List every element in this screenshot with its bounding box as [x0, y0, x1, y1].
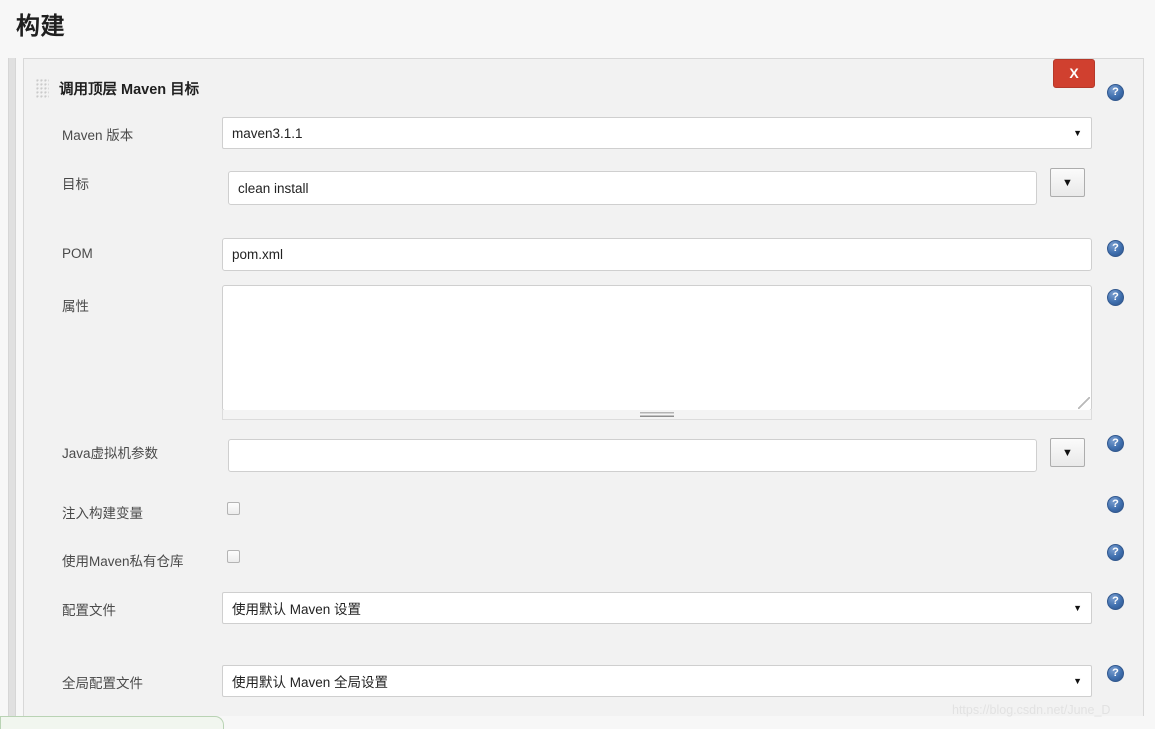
label-goals: 目标 — [62, 177, 89, 192]
label-maven-version: Maven 版本 — [62, 128, 134, 143]
properties-textarea[interactable] — [222, 285, 1092, 411]
properties-textarea-wrap — [222, 285, 1092, 411]
inject-build-variables-checkbox[interactable] — [227, 502, 240, 515]
help-icon-use-private-repository[interactable]: ? — [1107, 544, 1124, 561]
jvm-options-input[interactable] — [228, 439, 1037, 472]
delete-builder-button[interactable]: X — [1053, 59, 1095, 88]
label-use-private-repository: 使用Maven私有仓库 — [62, 554, 184, 569]
label-global-settings-file: 全局配置文件 — [62, 676, 143, 691]
label-jvm-options: Java虚拟机参数 — [62, 446, 159, 461]
goals-dropdown-button[interactable]: ▼ — [1050, 168, 1085, 197]
drag-grip-icon[interactable] — [36, 78, 49, 99]
help-icon-jvm-options[interactable]: ? — [1107, 435, 1124, 452]
settings-file-select[interactable]: 使用默认 Maven 设置 ▼ — [222, 592, 1092, 624]
help-icon-settings-file[interactable]: ? — [1107, 593, 1124, 610]
chevron-down-icon: ▼ — [1073, 127, 1082, 138]
builder-section-title: 调用顶层 Maven 目标 — [59, 82, 200, 98]
maven-version-select[interactable]: maven3.1.1 ▼ — [222, 117, 1092, 149]
help-icon-inject-build-variables[interactable]: ? — [1107, 496, 1124, 513]
maven-version-value: maven3.1.1 — [232, 125, 303, 141]
build-config-page: 构建 X 调用顶层 Maven 目标 ? Maven 版本 maven3.1.1… — [0, 0, 1155, 729]
goals-input[interactable] — [228, 171, 1037, 205]
use-private-repository-checkbox[interactable] — [227, 550, 240, 563]
left-scroll-rail[interactable] — [8, 58, 16, 729]
label-properties: 属性 — [62, 299, 89, 314]
page-title: 构建 — [16, 13, 65, 40]
chevron-down-icon: ▼ — [1073, 602, 1082, 613]
help-icon-pom[interactable]: ? — [1107, 240, 1124, 257]
chevron-down-icon: ▼ — [1073, 675, 1082, 686]
settings-file-value: 使用默认 Maven 设置 — [232, 602, 362, 617]
next-section-panel — [0, 716, 224, 729]
label-inject-build-variables: 注入构建变量 — [62, 506, 143, 521]
global-settings-file-value: 使用默认 Maven 全局设置 — [232, 675, 389, 690]
help-icon-section[interactable]: ? — [1107, 84, 1124, 101]
builder-section-header: 调用顶层 Maven 目标 — [36, 78, 199, 99]
jvm-options-dropdown-button[interactable]: ▼ — [1050, 438, 1085, 467]
properties-drag-bar[interactable] — [222, 410, 1092, 420]
pom-input[interactable] — [222, 238, 1092, 271]
drag-lines-icon — [640, 412, 674, 417]
help-icon-properties[interactable]: ? — [1107, 289, 1124, 306]
label-pom: POM — [62, 246, 93, 261]
help-icon-global-settings-file[interactable]: ? — [1107, 665, 1124, 682]
global-settings-file-select[interactable]: 使用默认 Maven 全局设置 ▼ — [222, 665, 1092, 697]
label-settings-file: 配置文件 — [62, 603, 116, 618]
